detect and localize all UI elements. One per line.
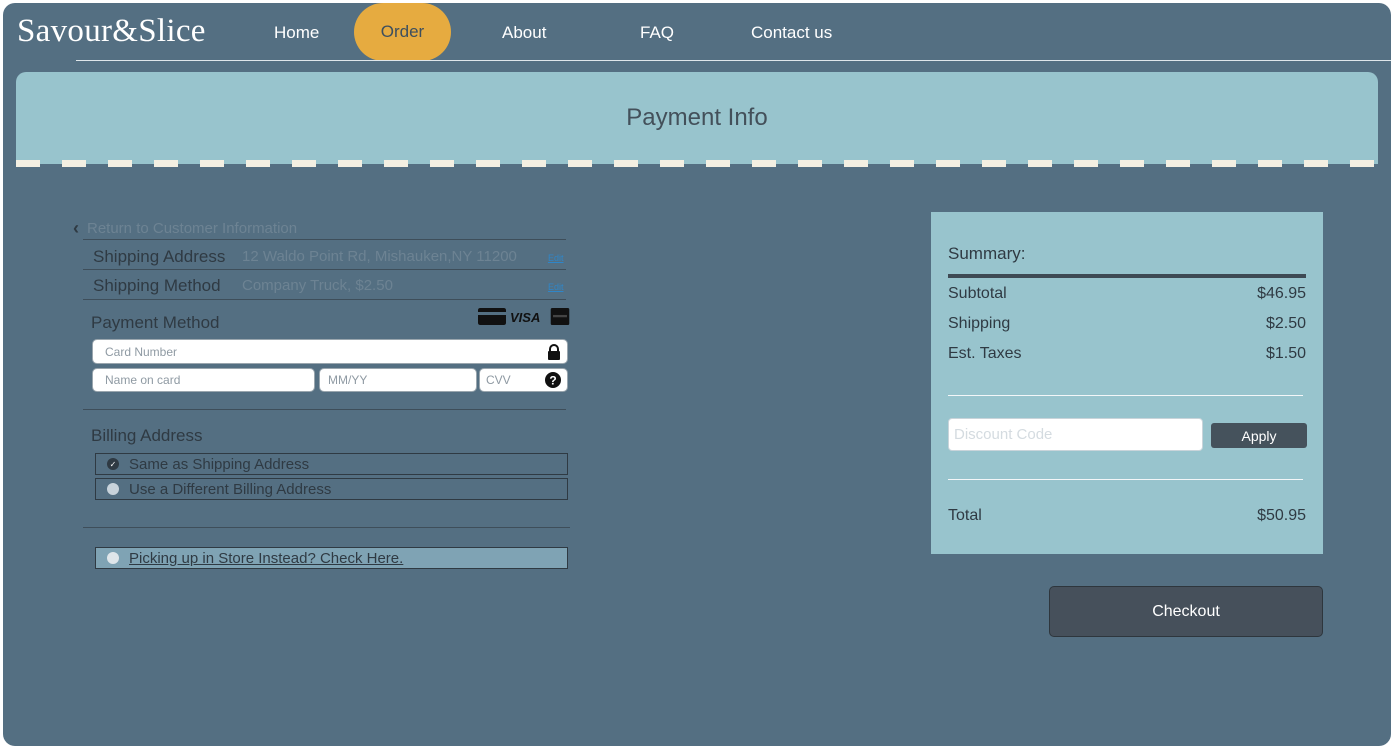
- nav-contact[interactable]: Contact us: [751, 23, 832, 43]
- subtotal-value: $46.95: [1257, 285, 1306, 302]
- subtotal-label: Subtotal: [948, 285, 1007, 302]
- billing-address-label: Billing Address: [91, 426, 203, 445]
- check-circle-icon: ✓: [107, 458, 119, 470]
- total-value: $50.95: [1257, 507, 1306, 524]
- help-icon[interactable]: ?: [545, 372, 561, 388]
- page-title: Payment Info: [626, 104, 768, 131]
- nav-divider: [76, 60, 1391, 61]
- name-on-card-input[interactable]: Name on card: [92, 368, 315, 392]
- billing-different-label: Use a Different Billing Address: [129, 480, 332, 498]
- nav-home[interactable]: Home: [274, 23, 319, 43]
- nav-about[interactable]: About: [502, 23, 546, 43]
- svg-text:VISA: VISA: [510, 310, 540, 324]
- shipping-label: Shipping: [948, 315, 1011, 332]
- summary-divider: [948, 274, 1306, 278]
- payment-method-label: Payment Method: [91, 313, 220, 332]
- shipping-row: Shipping $2.50: [948, 315, 1306, 333]
- billing-same-label: Same as Shipping Address: [129, 455, 310, 473]
- pickup-label: Picking up in Store Instead? Check Here.: [129, 549, 404, 567]
- amex-icon: [550, 308, 570, 325]
- shipping-method-value: Company Truck, $2.50: [242, 277, 393, 294]
- edit-method-link[interactable]: Edit: [548, 282, 564, 292]
- order-summary: Summary: Subtotal $46.95 Shipping $2.50 …: [931, 212, 1323, 554]
- card-number-input[interactable]: Card Number: [92, 339, 568, 364]
- summary-divider: [948, 479, 1303, 480]
- radio-empty-icon: [107, 483, 119, 495]
- divider: [83, 527, 570, 528]
- summary-title: Summary:: [948, 244, 1026, 263]
- divider: [83, 239, 566, 240]
- accepted-cards: VISA: [478, 308, 572, 325]
- return-link-label: Return to Customer Information: [87, 220, 298, 237]
- cvv-placeholder: CVV: [486, 373, 511, 387]
- taxes-value: $1.50: [1265, 345, 1306, 362]
- apply-button[interactable]: Apply: [1211, 423, 1307, 448]
- divider: [83, 269, 566, 270]
- cvv-input[interactable]: CVV ?: [479, 368, 568, 392]
- nav-order[interactable]: Order: [354, 3, 451, 61]
- edit-address-link[interactable]: Edit: [548, 253, 564, 263]
- total-row: Total $50.95: [948, 507, 1306, 525]
- shipping-method-label: Shipping Method: [93, 276, 221, 295]
- expiry-placeholder: MM/YY: [328, 373, 368, 387]
- checkout-button[interactable]: Checkout: [1049, 586, 1323, 637]
- billing-same-option[interactable]: ✓ Same as Shipping Address: [95, 453, 568, 475]
- site-logo[interactable]: Savour&Slice: [17, 13, 206, 50]
- shipping-address-value: 12 Waldo Point Rd, Mishauken,NY 11200: [242, 248, 517, 265]
- radio-empty-icon: [107, 552, 119, 564]
- discount-code-input[interactable]: Discount Code: [948, 418, 1203, 451]
- credit-card-icon: [478, 308, 506, 325]
- pickup-in-store-option[interactable]: Picking up in Store Instead? Check Here.: [95, 547, 568, 569]
- chevron-left-icon: ‹: [73, 218, 79, 238]
- nav-faq[interactable]: FAQ: [640, 23, 674, 43]
- discount-placeholder: Discount Code: [954, 426, 1053, 443]
- divider: [83, 299, 566, 300]
- return-link[interactable]: ‹ Return to Customer Information: [73, 218, 297, 239]
- shipping-address-label: Shipping Address: [93, 247, 226, 266]
- taxes-label: Est. Taxes: [948, 345, 1022, 362]
- billing-different-option[interactable]: Use a Different Billing Address: [95, 478, 568, 500]
- visa-icon: VISA: [510, 310, 540, 324]
- expiry-input[interactable]: MM/YY: [319, 368, 477, 392]
- name-placeholder: Name on card: [105, 373, 181, 387]
- lock-icon: [548, 343, 560, 360]
- subtotal-row: Subtotal $46.95: [948, 285, 1306, 303]
- page-banner: Payment Info: [16, 72, 1378, 164]
- card-number-placeholder: Card Number: [105, 344, 178, 359]
- taxes-row: Est. Taxes $1.50: [948, 345, 1306, 363]
- divider: [83, 409, 566, 410]
- summary-divider: [948, 395, 1303, 396]
- shipping-value: $2.50: [1265, 315, 1306, 332]
- svg-text:?: ?: [549, 374, 556, 388]
- banner-dashed-edge: [16, 160, 1378, 167]
- total-label: Total: [948, 507, 982, 524]
- app-frame: Savour&Slice Home Order About FAQ Contac…: [3, 3, 1391, 746]
